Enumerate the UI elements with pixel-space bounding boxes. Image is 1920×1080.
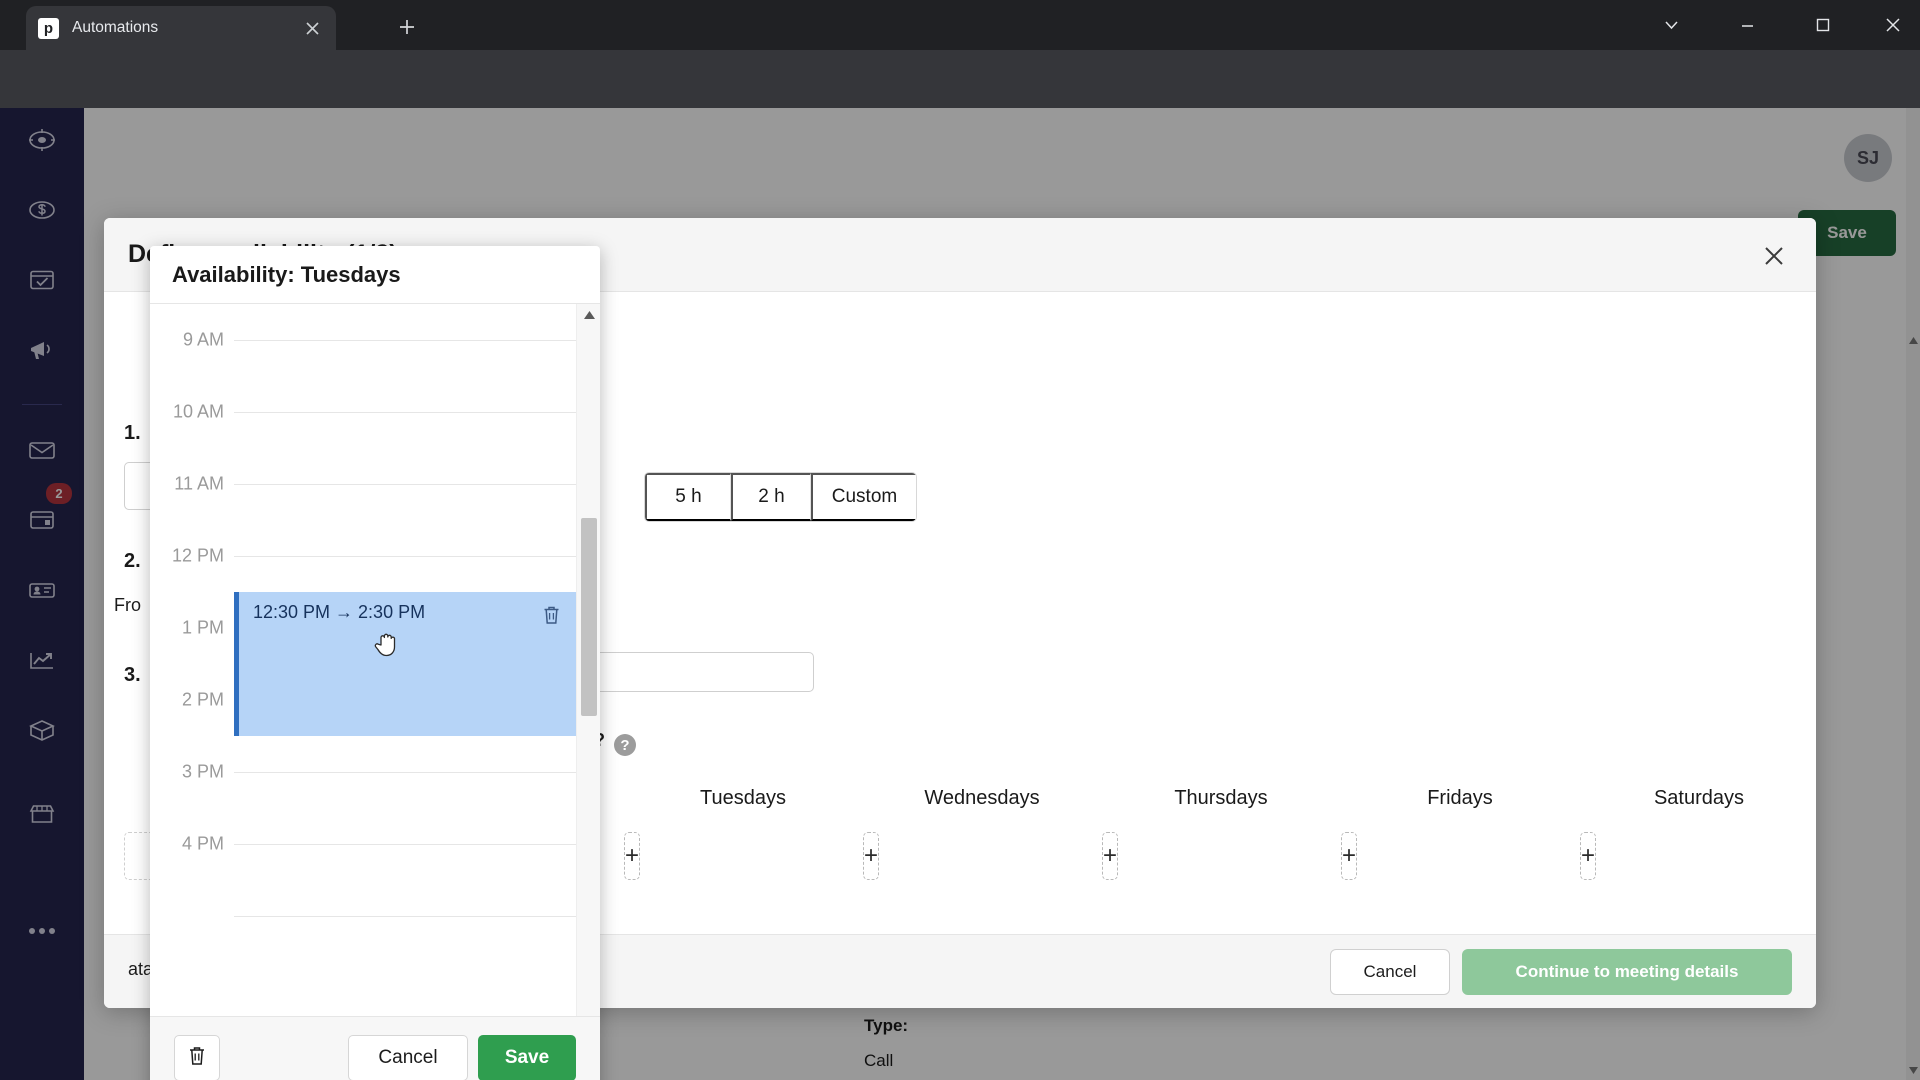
browser-titlebar: p Automations xyxy=(0,0,1920,50)
tab-close-icon[interactable] xyxy=(300,16,324,40)
window-maximize-icon[interactable] xyxy=(1790,0,1856,50)
availability-time-grid[interactable]: 9 AM 10 AM 11 AM 12 PM 1 PM 2 PM 3 PM 4 … xyxy=(150,304,600,1040)
popover-title: Availability: Tuesdays xyxy=(172,262,401,287)
window-close-icon[interactable] xyxy=(1860,0,1920,50)
continue-to-meeting-details-button[interactable]: Continue to meeting details xyxy=(1462,949,1792,995)
hour-label-11am: 11 AM xyxy=(174,473,224,494)
scroll-up-arrow-icon[interactable] xyxy=(577,304,600,326)
modal-close-icon[interactable] xyxy=(1752,234,1796,278)
add-slot-wednesdays-button[interactable]: + xyxy=(863,832,880,880)
screen-root: p Automations 2 SJ Save Type: Call 1. 5 … xyxy=(0,0,1920,1080)
hour-label-3pm: 3 PM xyxy=(181,761,224,782)
day-name-fridays: Fridays xyxy=(1427,787,1493,809)
day-name-thursdays: Thursdays xyxy=(1174,787,1268,809)
add-slot-thursdays-button[interactable]: + xyxy=(1102,832,1119,880)
add-slot-saturdays-button[interactable]: + xyxy=(1580,832,1597,880)
popover-header: Availability: Tuesdays xyxy=(150,246,600,304)
scrollbar-thumb[interactable] xyxy=(581,518,597,716)
step-2-number: 2. xyxy=(124,550,141,572)
window-minimize-icon[interactable] xyxy=(1714,0,1780,50)
add-slot-tuesdays-button[interactable]: + xyxy=(624,832,641,880)
day-name-wednesdays: Wednesdays xyxy=(924,787,1040,809)
duration-segmented-control: 5 h 2 h Custom xyxy=(644,472,917,522)
popover-delete-button[interactable] xyxy=(174,1035,220,1080)
hour-label-4pm: 4 PM xyxy=(181,833,224,854)
day-column-wednesdays: Wednesdays + xyxy=(863,787,1101,880)
popover-footer: Cancel Save xyxy=(150,1016,600,1080)
trash-icon xyxy=(187,1045,207,1071)
popover-save-button[interactable]: Save xyxy=(478,1035,576,1080)
duration-option-2h[interactable]: 2 h xyxy=(731,473,811,521)
day-column-tuesdays: Tuesdays + xyxy=(624,787,862,880)
step-3-number: 3. xyxy=(124,664,141,686)
popover-cancel-button[interactable]: Cancel xyxy=(348,1035,468,1080)
hour-label-2pm: 2 PM xyxy=(181,689,224,710)
step-2-field[interactable] xyxy=(564,652,814,692)
availability-popover: Availability: Tuesdays 9 AM 10 AM 11 AM … xyxy=(150,246,600,1080)
add-slot-fridays-button[interactable]: + xyxy=(1341,832,1358,880)
day-name-tuesdays: Tuesdays xyxy=(700,787,786,809)
step-2-subtext: Fro xyxy=(114,595,141,615)
new-tab-button[interactable] xyxy=(390,10,424,44)
pipedrive-app: 2 SJ Save Type: Call 1. 5 h 2 h Custom 2… xyxy=(0,108,1920,1080)
day-column-saturdays: Saturdays + xyxy=(1580,787,1816,880)
hour-label-12pm: 12 PM xyxy=(171,545,224,566)
hour-gutter: 9 AM 10 AM 11 AM 12 PM 1 PM 2 PM 3 PM 4 … xyxy=(150,304,234,1040)
day-column-thursdays: Thursdays + xyxy=(1102,787,1340,880)
duration-option-5h[interactable]: 5 h xyxy=(645,473,731,521)
grid-area[interactable]: 12:30 PM → 2:30 PM xyxy=(234,304,576,1040)
day-name-saturdays: Saturdays xyxy=(1653,787,1745,809)
window-chevron-down-icon[interactable] xyxy=(1638,0,1704,50)
browser-toolbar: uifeed.pipedrive.com/settings/automation… xyxy=(0,50,1920,150)
popover-scrollbar[interactable] xyxy=(576,304,600,1040)
browser-tab[interactable]: p Automations xyxy=(26,6,336,50)
day-column-fridays: Fridays + xyxy=(1341,787,1579,880)
help-circle-icon[interactable]: ? xyxy=(614,734,636,756)
availability-event-label: 12:30 PM → 2:30 PM xyxy=(253,602,426,622)
hour-label-1pm: 1 PM xyxy=(181,617,224,638)
tab-title: Automations xyxy=(72,19,159,36)
hour-label-9am: 9 AM xyxy=(182,329,224,350)
availability-event-block[interactable]: 12:30 PM → 2:30 PM xyxy=(234,592,576,736)
duration-option-custom[interactable]: Custom xyxy=(811,473,916,521)
hour-label-10am: 10 AM xyxy=(172,401,224,422)
step-1-number: 1. xyxy=(124,422,141,444)
pipedrive-favicon-icon: p xyxy=(38,17,59,39)
availability-event-trash-icon[interactable] xyxy=(538,602,564,628)
modal-cancel-button[interactable]: Cancel xyxy=(1330,949,1450,995)
